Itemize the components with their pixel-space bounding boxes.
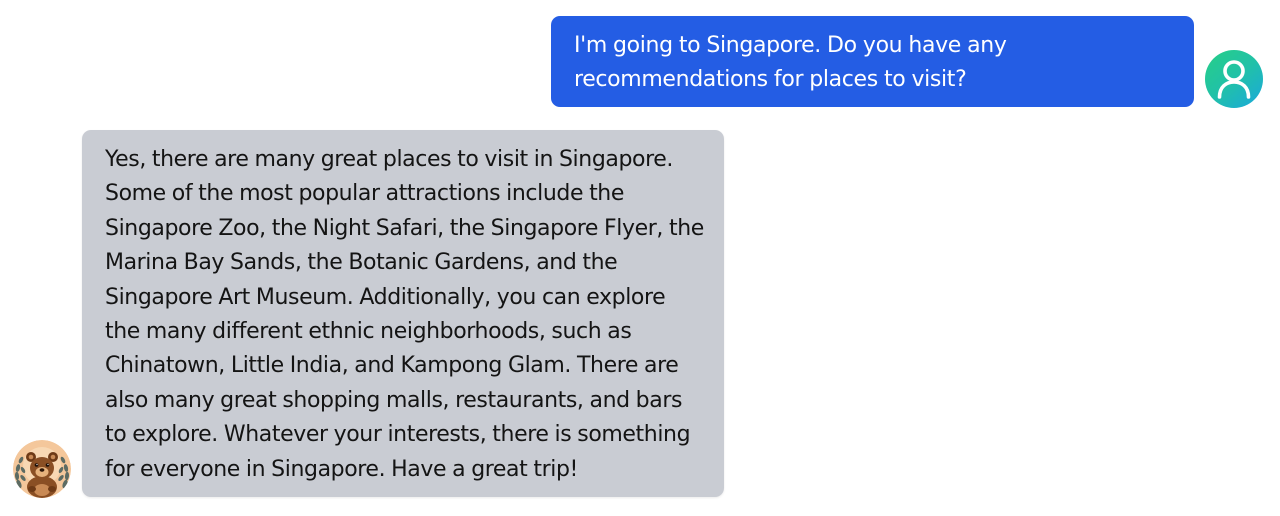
user-message-bubble: I'm going to Singapore. Do you have any … xyxy=(551,16,1194,107)
assistant-message-text: Yes, there are many great places to visi… xyxy=(105,147,704,482)
chat-conversation: I'm going to Singapore. Do you have any … xyxy=(0,0,1280,516)
user-message-text: I'm going to Singapore. Do you have any … xyxy=(574,33,1007,92)
assistant-avatar xyxy=(13,440,71,498)
user-icon xyxy=(1217,60,1251,99)
assistant-message-bubble: Yes, there are many great places to visi… xyxy=(82,130,724,497)
bear-mascot-icon xyxy=(13,440,71,498)
user-avatar xyxy=(1205,50,1263,108)
